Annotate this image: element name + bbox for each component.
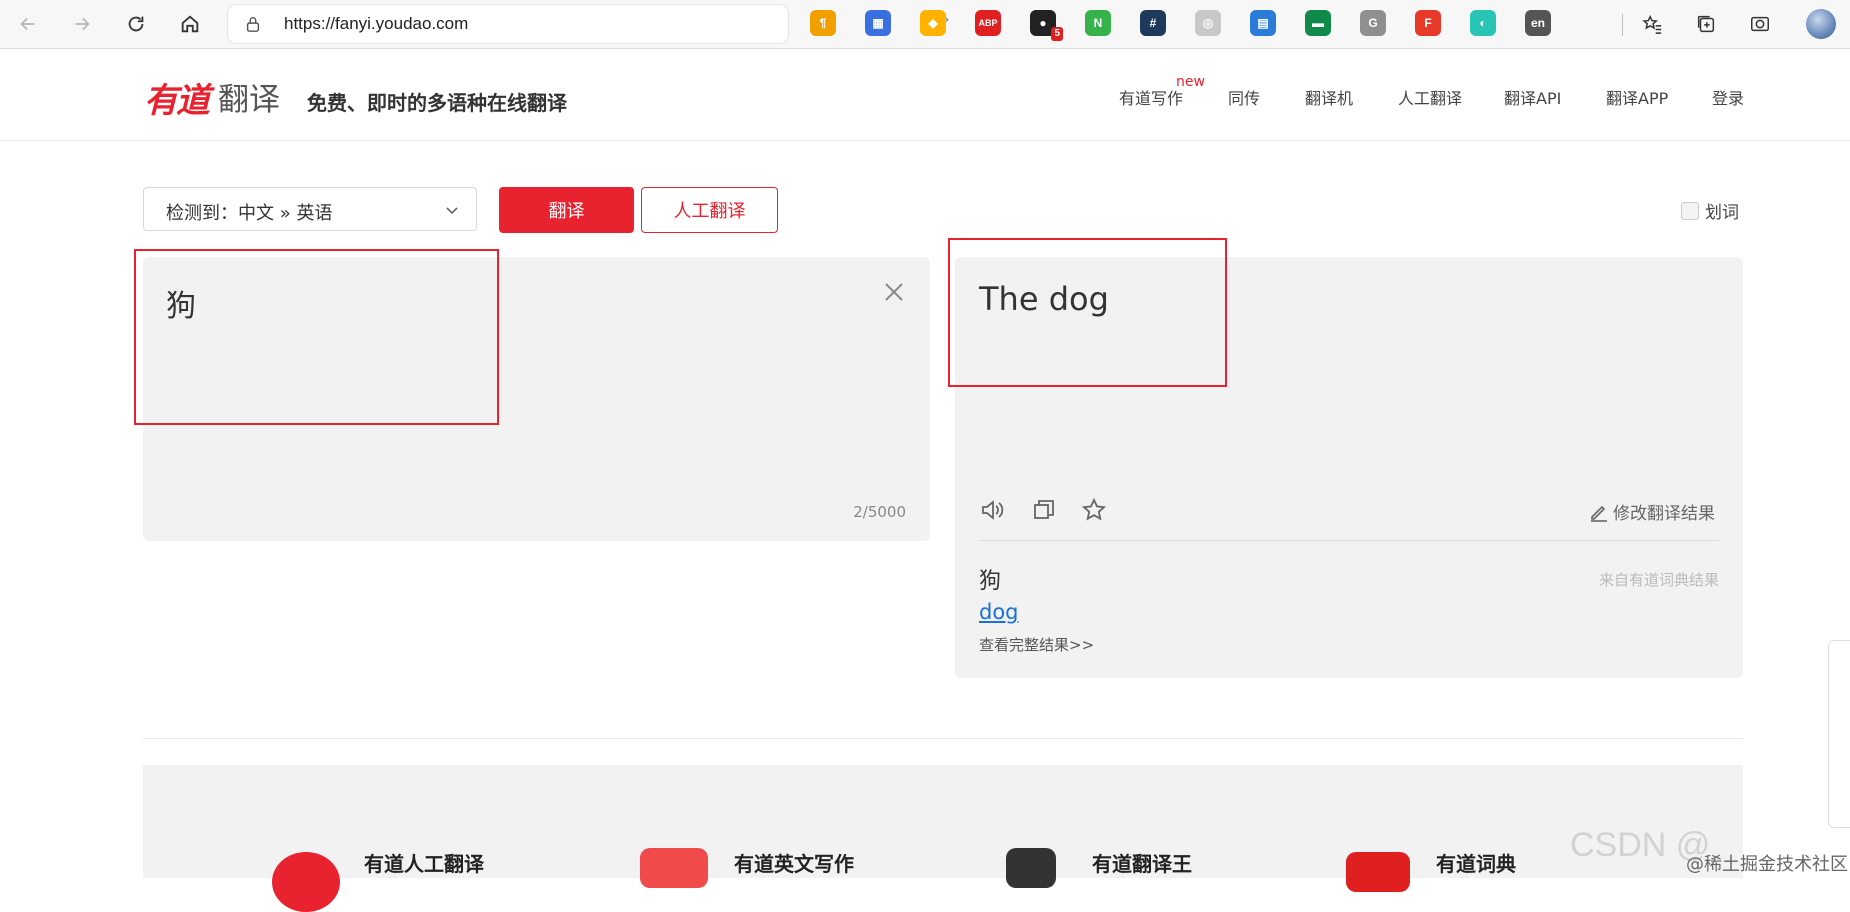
translate-button[interactable]: 翻译	[499, 187, 634, 233]
dict-word: 狗	[979, 569, 1002, 594]
n-icon-glyph: N	[1093, 16, 1103, 30]
writing-product-icon	[640, 848, 708, 888]
flag-icon-glyph: ▬	[1312, 16, 1324, 30]
new-badge: new	[1176, 74, 1205, 90]
circle-q-icon[interactable]: ◐	[1470, 10, 1496, 36]
edit-result-label: 修改翻译结果	[1613, 504, 1715, 524]
juejin-watermark: @稀土掘金技术社区	[1686, 854, 1848, 875]
refresh-button[interactable]	[118, 6, 154, 42]
chevron-down-icon	[446, 207, 458, 215]
star-icon[interactable]	[1081, 497, 1107, 523]
nav-tongchuan[interactable]: 同传	[1228, 85, 1260, 109]
g-icon-glyph: G	[1368, 16, 1378, 30]
home-button[interactable]	[172, 6, 208, 42]
product-english-writing[interactable]: 有道英文写作	[734, 848, 854, 877]
pilcrow-icon[interactable]: ¶	[810, 10, 836, 36]
human-translate-button[interactable]: 人工翻译	[641, 187, 778, 233]
view-full-result-link[interactable]: 查看完整结果>>	[979, 634, 1094, 655]
page-header: 有道 翻译 免费、即时的多语种在线翻译 有道写作 new 同传 翻译机 人工翻译…	[0, 49, 1850, 141]
toolbar-separator	[1622, 14, 1623, 36]
profile-avatar[interactable]	[1806, 9, 1836, 39]
nav-youdao-writing[interactable]: 有道写作	[1119, 85, 1183, 109]
hash-icon-glyph: #	[1149, 16, 1157, 30]
ghost-icon[interactable]: ● 5	[1030, 10, 1063, 41]
shield-icon[interactable]: ◆	[920, 10, 946, 36]
slogan: 免费、即时的多语种在线翻译	[307, 91, 567, 115]
pencil-icon	[1591, 505, 1607, 522]
lock-icon	[246, 17, 260, 32]
forward-button[interactable]	[64, 6, 100, 42]
apps-icon[interactable]: ▦	[865, 10, 891, 36]
f-icon[interactable]: F	[1415, 10, 1441, 36]
product-dictionary[interactable]: 有道词典	[1436, 848, 1516, 877]
n-icon[interactable]: N	[1085, 10, 1111, 36]
ghost-icon-glyph: ●	[1039, 16, 1047, 30]
apps-icon-glyph: ▦	[872, 16, 884, 30]
language-select[interactable]: 检测到：中文 » 英语	[143, 187, 477, 231]
product-human-translation[interactable]: 有道人工翻译	[364, 848, 484, 877]
globe-icon[interactable]: ◎	[1195, 10, 1221, 36]
favorites-star-icon	[1642, 14, 1662, 34]
shield-icon-glyph: ◆	[928, 16, 938, 30]
char-count: 2/5000	[853, 503, 906, 521]
address-bar[interactable]: https://fanyi.youdao.com A»	[228, 5, 997, 43]
nav-translate-api[interactable]: 翻译API	[1504, 85, 1561, 109]
annotation-box-source	[134, 249, 499, 425]
collections-button[interactable]	[1692, 10, 1720, 38]
ie-mode-button[interactable]	[1746, 10, 1774, 38]
f-icon-glyph: F	[1424, 16, 1432, 30]
nav-translate-app[interactable]: 翻译APP	[1606, 85, 1668, 109]
logo-fanyi: 翻译	[218, 82, 280, 118]
language-select-label: 检测到：中文 » 英语	[166, 203, 333, 224]
dict-link-dog[interactable]: dog	[979, 600, 1019, 624]
nav-human-translation[interactable]: 人工翻译	[1398, 85, 1462, 109]
home-icon	[181, 15, 199, 33]
url-text: https://fanyi.youdao.com	[284, 14, 469, 33]
product-translator-king[interactable]: 有道翻译王	[1092, 848, 1192, 877]
globe-icon-glyph: ◎	[1202, 16, 1214, 30]
adblock-icon[interactable]: ABP	[975, 10, 1001, 36]
g-icon[interactable]: G	[1360, 10, 1386, 36]
forward-arrow-icon	[75, 17, 90, 31]
pilcrow-icon-glyph: ¶	[819, 16, 827, 30]
back-arrow-icon	[20, 17, 35, 31]
extension-badge: 5	[1051, 27, 1063, 41]
translate-ext-icon[interactable]: en	[1525, 10, 1551, 36]
human-translate-product-icon	[272, 852, 340, 912]
circle-q-icon-glyph: ◐	[1479, 16, 1487, 30]
adblock-icon-glyph: ABP	[978, 18, 998, 28]
annotation-box-result	[948, 238, 1227, 387]
browser-toolbar: https://fanyi.youdao.com A» ¶▦◆ABP●5N#◎▤…	[0, 0, 1850, 49]
side-float-panel[interactable]	[1828, 640, 1850, 828]
file-download-icon-glyph: ▤	[1257, 16, 1269, 30]
favorites-button[interactable]	[1638, 10, 1666, 38]
back-button[interactable]	[10, 6, 46, 42]
nav-login[interactable]: 登录	[1712, 85, 1744, 109]
section-divider	[143, 738, 1743, 739]
nav-translator-device[interactable]: 翻译机	[1305, 85, 1353, 109]
dictionary-product-icon	[1346, 852, 1410, 892]
speaker-icon[interactable]	[979, 497, 1005, 523]
huaci-label: 划词	[1705, 203, 1739, 223]
hash-icon[interactable]: #	[1140, 10, 1166, 36]
edit-result-button[interactable]: 修改翻译结果	[1589, 499, 1715, 524]
copy-icon[interactable]	[1031, 497, 1057, 523]
flag-icon[interactable]: ▬	[1305, 10, 1331, 36]
translator-device-icon	[1006, 848, 1056, 888]
huaci-toggle[interactable]: 划词	[1681, 198, 1739, 223]
youdao-logo[interactable]: 有道	[144, 73, 210, 122]
translate-ext-icon-glyph: en	[1530, 16, 1545, 30]
result-divider	[979, 540, 1719, 541]
collections-icon	[1697, 15, 1715, 33]
refresh-icon	[128, 16, 144, 32]
close-icon[interactable]	[883, 281, 905, 303]
file-download-icon[interactable]: ▤	[1250, 10, 1276, 36]
ie-mode-icon	[1751, 16, 1769, 32]
dict-source: 来自有道词典结果	[1598, 571, 1719, 589]
huaci-checkbox[interactable]	[1681, 201, 1699, 220]
